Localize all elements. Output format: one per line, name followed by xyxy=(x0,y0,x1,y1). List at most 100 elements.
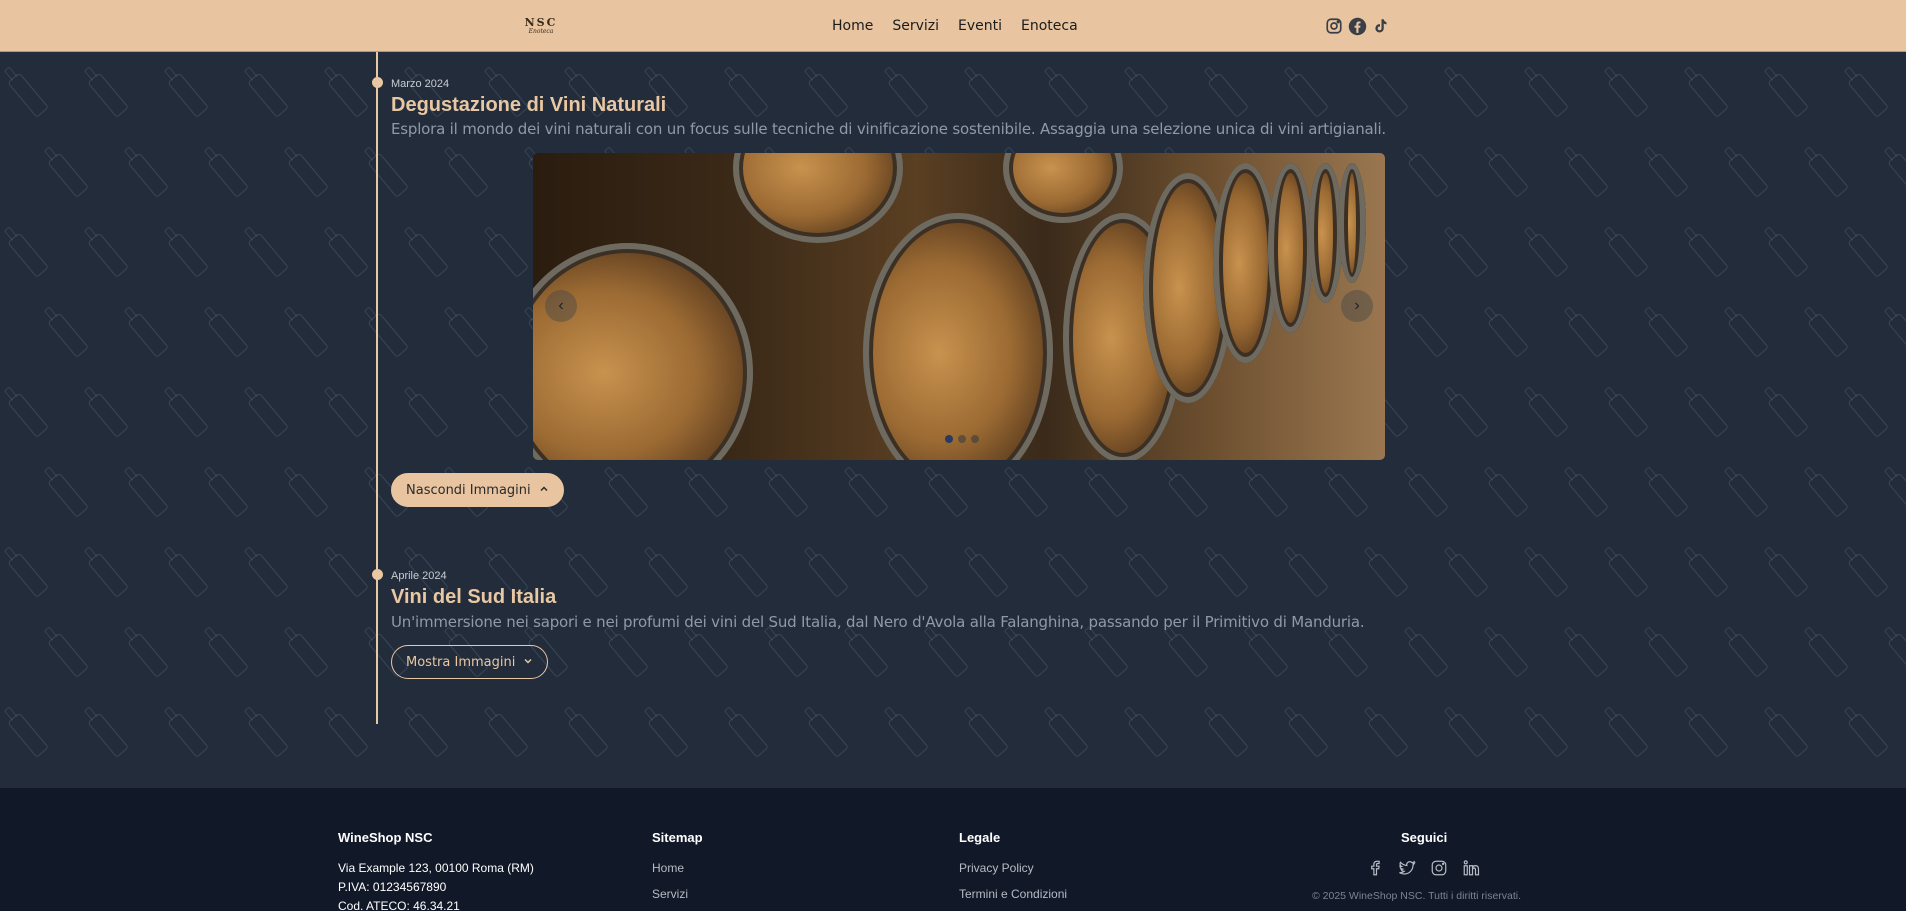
bottle-pattern-icon xyxy=(7,232,49,278)
carousel-dot[interactable] xyxy=(971,435,979,443)
bottle-pattern-icon xyxy=(447,312,489,358)
bottle-pattern-icon xyxy=(87,232,129,278)
bottle-pattern-icon xyxy=(127,312,169,358)
show-images-label: Mostra Immagini xyxy=(406,654,516,670)
carousel-dot[interactable] xyxy=(958,435,966,443)
nav-enoteca[interactable]: Enoteca xyxy=(1021,17,1078,35)
site-header: NSC Enoteca Home Servizi Eventi Enoteca xyxy=(0,0,1906,52)
event-description: Esplora il mondo dei vini naturali con u… xyxy=(391,120,1386,138)
bottle-pattern-icon xyxy=(87,712,129,758)
instagram-icon[interactable] xyxy=(1428,857,1450,879)
linkedin-icon[interactable] xyxy=(1460,857,1482,879)
footer-link-home[interactable]: Home xyxy=(652,861,684,875)
bottle-pattern-icon xyxy=(727,552,769,598)
carousel-next-button[interactable]: › xyxy=(1341,290,1373,322)
bottle-pattern-icon xyxy=(647,712,689,758)
footer-link-servizi[interactable]: Servizi xyxy=(652,887,688,901)
bottle-pattern-icon xyxy=(327,392,369,438)
bottle-pattern-icon xyxy=(1567,312,1609,358)
facebook-icon[interactable] xyxy=(1364,857,1386,879)
bottle-pattern-icon xyxy=(1447,232,1489,278)
bottle-pattern-icon xyxy=(887,72,929,118)
carousel-dot[interactable] xyxy=(945,435,953,443)
bottle-pattern-icon xyxy=(247,232,289,278)
bottle-pattern-icon xyxy=(607,472,649,518)
bottle-pattern-icon xyxy=(1407,312,1449,358)
bottle-pattern-icon xyxy=(927,632,969,678)
nav-servizi[interactable]: Servizi xyxy=(892,17,939,35)
bottle-pattern-icon xyxy=(1087,472,1129,518)
footer-address: Via Example 123, 00100 Roma (RM) xyxy=(338,861,534,875)
bottle-pattern-icon xyxy=(1127,72,1169,118)
barrel-image-shape xyxy=(863,213,1053,460)
tiktok-icon[interactable] xyxy=(1370,16,1390,36)
bottle-pattern-icon xyxy=(1607,712,1649,758)
bottle-pattern-icon xyxy=(1087,632,1129,678)
bottle-pattern-icon xyxy=(1847,232,1889,278)
site-footer: WineShop NSC Via Example 123, 00100 Roma… xyxy=(0,788,1906,911)
bottle-pattern-icon xyxy=(1487,312,1529,358)
footer-link-privacy[interactable]: Privacy Policy xyxy=(959,861,1034,875)
bottle-pattern-icon xyxy=(327,72,369,118)
bottle-pattern-icon xyxy=(1647,152,1689,198)
nav-home[interactable]: Home xyxy=(832,17,873,35)
bottle-pattern-icon xyxy=(167,392,209,438)
bottle-pattern-icon xyxy=(1287,712,1329,758)
bottle-pattern-icon xyxy=(127,152,169,198)
footer-socials xyxy=(1364,857,1482,879)
bottle-pattern-icon xyxy=(1207,72,1249,118)
show-images-button[interactable]: Mostra Immagini xyxy=(391,645,549,679)
bottle-pattern-icon xyxy=(1567,472,1609,518)
bottle-pattern-icon xyxy=(1687,552,1729,598)
bottle-pattern-icon xyxy=(1007,632,1049,678)
bottle-pattern-icon xyxy=(1607,552,1649,598)
hide-images-label: Nascondi Immagini xyxy=(406,482,531,498)
twitter-icon[interactable] xyxy=(1396,857,1418,879)
bottle-pattern-icon xyxy=(1887,152,1906,198)
bottle-pattern-icon xyxy=(7,72,49,118)
bottle-pattern-icon xyxy=(47,632,89,678)
bottle-pattern-icon xyxy=(1807,312,1849,358)
bottle-pattern-icon xyxy=(1527,72,1569,118)
bottle-pattern-icon xyxy=(1127,712,1169,758)
bottle-pattern-icon xyxy=(1767,72,1809,118)
bottle-pattern-icon xyxy=(207,152,249,198)
bottle-pattern-icon xyxy=(1327,632,1369,678)
bottle-pattern-icon xyxy=(287,152,329,198)
timeline-line xyxy=(376,52,378,724)
bottle-pattern-icon xyxy=(1567,152,1609,198)
bottle-pattern-icon xyxy=(1607,232,1649,278)
hide-images-button[interactable]: Nascondi Immagini xyxy=(391,473,564,507)
site-logo[interactable]: NSC Enoteca xyxy=(518,7,564,45)
footer-copyright: © 2025 WineShop NSC. Tutti i diritti ris… xyxy=(1312,890,1522,902)
carousel-indicators xyxy=(945,435,979,443)
footer-link-terms[interactable]: Termini e Condizioni xyxy=(959,887,1067,901)
bottle-pattern-icon xyxy=(1767,232,1809,278)
bottle-pattern-icon xyxy=(1287,552,1329,598)
bottle-pattern-icon xyxy=(207,312,249,358)
bottle-pattern-icon xyxy=(807,712,849,758)
bottle-pattern-icon xyxy=(1407,472,1449,518)
facebook-icon[interactable] xyxy=(1347,16,1367,36)
bottle-pattern-icon xyxy=(47,152,89,198)
bottle-pattern-icon xyxy=(847,632,889,678)
bottle-pattern-icon xyxy=(1447,392,1489,438)
bottle-pattern-icon xyxy=(1487,152,1529,198)
bottle-pattern-icon xyxy=(127,632,169,678)
bottle-pattern-icon xyxy=(167,712,209,758)
bottle-pattern-icon xyxy=(487,392,529,438)
footer-sitemap-title: Sitemap xyxy=(652,830,703,845)
bottle-pattern-icon xyxy=(367,152,409,198)
bottle-pattern-icon xyxy=(1407,152,1449,198)
bottle-pattern-icon xyxy=(407,392,449,438)
bottle-pattern-icon xyxy=(1727,312,1769,358)
bottle-pattern-icon xyxy=(1887,632,1906,678)
chevron-up-icon xyxy=(539,483,549,498)
bottle-pattern-icon xyxy=(1607,392,1649,438)
nav-eventi[interactable]: Eventi xyxy=(958,17,1002,35)
carousel-prev-button[interactable]: ‹ xyxy=(545,290,577,322)
bottle-pattern-icon xyxy=(1767,392,1809,438)
bottle-pattern-icon xyxy=(567,712,609,758)
instagram-icon[interactable] xyxy=(1324,16,1344,36)
bottle-pattern-icon xyxy=(1847,392,1889,438)
